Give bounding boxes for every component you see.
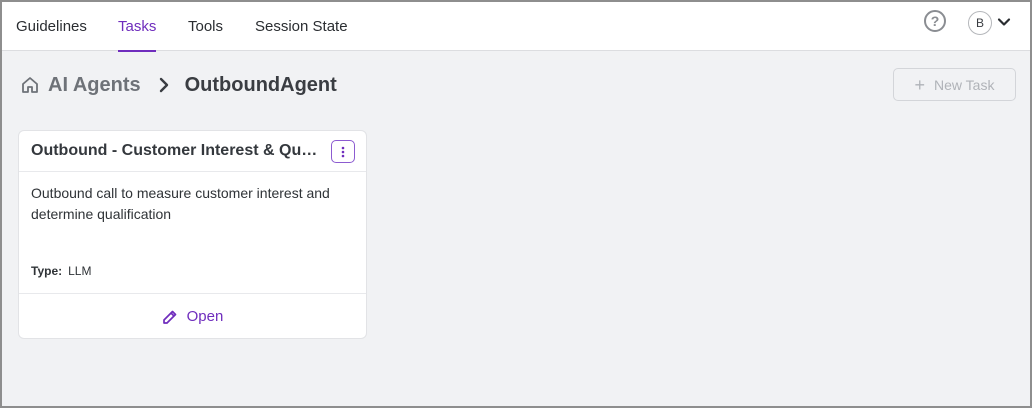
new-task-label: New Task	[934, 76, 995, 93]
avatar[interactable]: B	[968, 11, 992, 35]
tab-guidelines[interactable]: Guidelines	[16, 2, 87, 51]
task-type-label: Type:	[31, 264, 63, 278]
new-task-button[interactable]: + New Task	[893, 68, 1016, 101]
top-navigation-bar: Guidelines Tasks Tools Session State ? B	[2, 2, 1030, 52]
open-task-button[interactable]: Open	[162, 308, 224, 325]
breadcrumb: AI Agents OutboundAgent	[20, 70, 337, 100]
chevron-right-icon	[159, 77, 168, 93]
app-window: Guidelines Tasks Tools Session State ? B…	[0, 0, 1032, 408]
kebab-menu-icon	[341, 146, 345, 157]
breadcrumb-current-page: OutboundAgent	[184, 73, 337, 96]
home-icon[interactable]	[20, 75, 40, 95]
task-card-type: Type: LLM	[31, 264, 91, 278]
chevron-down-icon[interactable]	[996, 14, 1012, 30]
open-task-label: Open	[186, 308, 224, 325]
kebab-menu-button[interactable]	[331, 140, 355, 163]
task-card-title: Outbound - Customer Interest & Qualifica…	[31, 142, 323, 159]
task-card-header: Outbound - Customer Interest & Qualifica…	[19, 131, 366, 172]
task-card-footer: Open	[19, 293, 366, 339]
task-type-value: LLM	[68, 264, 92, 278]
help-circle-icon[interactable]: ?	[924, 10, 946, 32]
tab-session-state[interactable]: Session State	[255, 2, 348, 51]
breadcrumb-link-ai-agents[interactable]: AI Agents	[48, 74, 141, 97]
pencil-icon	[162, 310, 176, 324]
task-card: Outbound - Customer Interest & Qualifica…	[18, 130, 367, 339]
task-card-description: Outbound call to measure customer intere…	[31, 185, 330, 222]
tab-tasks[interactable]: Tasks	[118, 2, 157, 52]
tab-tools[interactable]: Tools	[188, 2, 223, 51]
plus-icon: +	[914, 74, 926, 95]
